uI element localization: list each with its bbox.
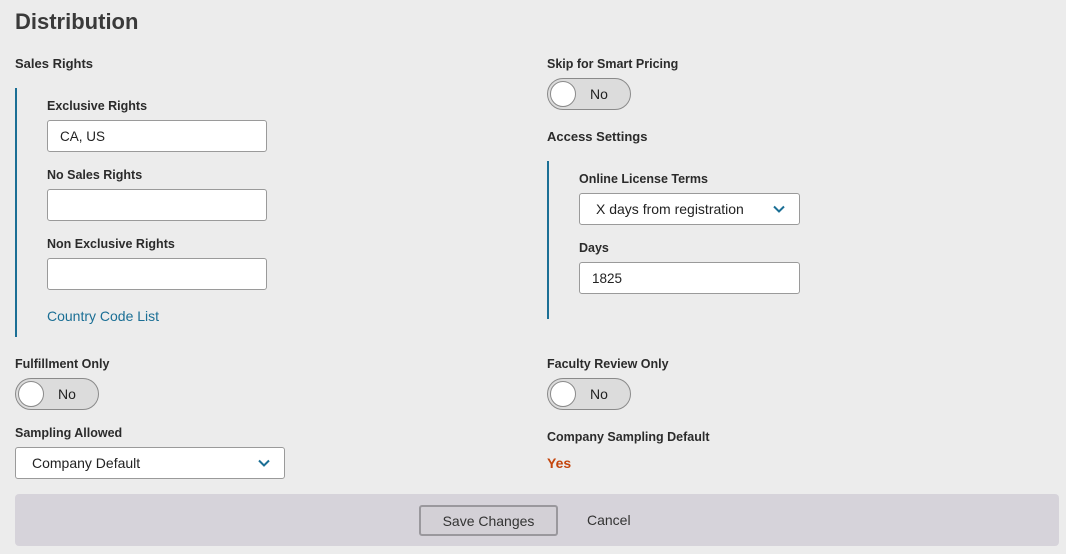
country-code-list-link[interactable]: Country Code List bbox=[47, 308, 159, 324]
online-license-terms-select[interactable]: X days from registration bbox=[579, 193, 800, 225]
toggle-knob bbox=[18, 381, 44, 407]
access-settings-group-bar bbox=[547, 161, 549, 319]
chevron-down-icon bbox=[773, 205, 785, 213]
no-sales-rights-label: No Sales Rights bbox=[47, 168, 143, 182]
fulfillment-only-label: Fulfillment Only bbox=[15, 357, 110, 371]
sales-rights-heading: Sales Rights bbox=[15, 56, 94, 71]
non-exclusive-rights-input[interactable] bbox=[47, 258, 267, 290]
cancel-button[interactable]: Cancel bbox=[587, 512, 631, 528]
toggle-knob bbox=[550, 81, 576, 107]
sampling-allowed-select[interactable]: Company Default bbox=[15, 447, 285, 479]
page-title: Distribution bbox=[15, 9, 139, 34]
sampling-allowed-label: Sampling Allowed bbox=[15, 426, 123, 440]
sales-rights-group-bar bbox=[15, 88, 17, 337]
no-sales-rights-input[interactable] bbox=[47, 189, 267, 221]
faculty-review-only-toggle[interactable]: No bbox=[547, 378, 631, 410]
non-exclusive-rights-label: Non Exclusive Rights bbox=[47, 237, 175, 251]
chevron-down-icon bbox=[258, 459, 270, 467]
online-license-terms-value: X days from registration bbox=[596, 201, 744, 217]
exclusive-rights-input[interactable] bbox=[47, 120, 267, 152]
toggle-knob bbox=[550, 381, 576, 407]
company-sampling-default-label: Company Sampling Default bbox=[547, 430, 710, 444]
faculty-review-only-label: Faculty Review Only bbox=[547, 357, 669, 371]
toggle-state-label: No bbox=[590, 86, 608, 102]
skip-smart-pricing-toggle[interactable]: No bbox=[547, 78, 631, 110]
exclusive-rights-label: Exclusive Rights bbox=[47, 99, 148, 113]
days-label: Days bbox=[579, 241, 609, 255]
toggle-state-label: No bbox=[590, 386, 608, 402]
access-settings-heading: Access Settings bbox=[547, 129, 648, 144]
company-sampling-default-value: Yes bbox=[547, 455, 572, 471]
save-changes-button[interactable]: Save Changes bbox=[419, 505, 558, 536]
toggle-state-label: No bbox=[58, 386, 76, 402]
sampling-allowed-value: Company Default bbox=[32, 455, 141, 471]
skip-smart-pricing-label: Skip for Smart Pricing bbox=[547, 57, 679, 71]
days-input[interactable] bbox=[579, 262, 800, 294]
online-license-terms-label: Online License Terms bbox=[579, 172, 708, 186]
fulfillment-only-toggle[interactable]: No bbox=[15, 378, 99, 410]
